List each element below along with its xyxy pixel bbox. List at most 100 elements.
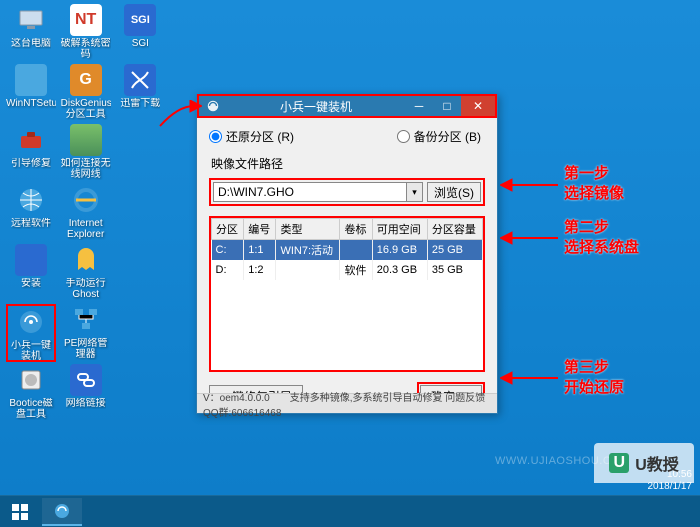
annotation-step3: 第三步 开始还原 — [564, 358, 624, 398]
start-button[interactable] — [0, 496, 40, 527]
desktop-icon-remote-soft[interactable]: 远程软件 — [6, 184, 56, 242]
browse-button[interactable]: 浏览(S) — [427, 182, 481, 202]
desktop-icon-ghost[interactable]: 手动运行Ghost — [61, 244, 111, 302]
cell-size: 35 GB — [427, 260, 482, 280]
taskbar-app-xiaobing[interactable] — [42, 498, 82, 526]
anno2-line2: 选择系统盘 — [564, 238, 639, 258]
remote-soft-icon — [15, 184, 47, 216]
titlebar[interactable]: 小兵一键装机 ─ □ ✕ — [197, 94, 497, 118]
ghost-icon — [70, 244, 102, 276]
anno3-line2: 开始还原 — [564, 378, 624, 398]
desktop-icon-winntsetup[interactable]: WinNTSetup — [6, 64, 56, 122]
this-pc-label: 这台电脑 — [11, 38, 51, 49]
ghost-label: 手动运行Ghost — [61, 278, 111, 300]
desktop-icon-wifi[interactable]: 如何连接无线网线 — [61, 124, 111, 182]
restore-radio[interactable]: 还原分区 (R) — [209, 128, 318, 145]
desktop-icon-this-pc[interactable]: 这台电脑 — [6, 4, 56, 62]
arrow-step2 — [500, 228, 560, 248]
ie-icon — [70, 184, 102, 216]
install-label: 安装 — [21, 278, 41, 289]
window-body: 还原分区 (R) 备份分区 (B) 映像文件路径 ▾ 浏览(S) 分区编号类型卷… — [197, 118, 497, 418]
net-link-icon — [70, 364, 102, 396]
desktop-icon-sgi[interactable]: SGI SGI — [115, 4, 165, 62]
image-path-label: 映像文件路径 — [211, 155, 485, 172]
table-empty-area — [211, 280, 483, 370]
close-button[interactable]: ✕ — [461, 96, 495, 116]
desktop-icon-install[interactable]: 安装 — [6, 244, 56, 302]
anno1-line2: 选择镜像 — [564, 184, 624, 204]
taskbar — [0, 495, 700, 527]
desktop-icon-crack-pwd[interactable]: NT破解系统密码 — [61, 4, 111, 62]
diskgenius-label: DiskGenius分区工具 — [61, 98, 111, 120]
col-header[interactable]: 分区容量 — [427, 219, 482, 240]
anno2-line1: 第二步 — [564, 218, 639, 238]
minimize-button[interactable]: ─ — [405, 96, 433, 116]
backup-radio[interactable]: 备份分区 (B) — [397, 128, 485, 145]
cell-free: 16.9 GB — [372, 240, 427, 261]
window-title: 小兵一键装机 — [227, 98, 405, 115]
install-icon — [15, 244, 47, 276]
restore-radio-label: 还原分区 (R) — [226, 128, 294, 145]
path-dropdown-arrow[interactable]: ▾ — [407, 182, 423, 202]
col-header[interactable]: 类型 — [276, 219, 340, 240]
thunder-label: 迅雷下载 — [120, 98, 160, 109]
cell-part: C: — [212, 240, 244, 261]
boot-repair-icon — [15, 124, 47, 156]
desktop-icon-grid: 这台电脑 WinNTSetup 引导修复远程软件安装小兵一键装机 Bootice磁盘工… — [0, 0, 170, 460]
winntsetup-icon — [15, 64, 47, 96]
this-pc-icon — [15, 4, 47, 36]
sgi-icon: SGI — [124, 4, 156, 36]
winntsetup-label: WinNTSetup — [6, 98, 56, 109]
cell-vol: 软件 — [340, 260, 372, 280]
app-icon — [205, 98, 221, 114]
maximize-button[interactable]: □ — [433, 96, 461, 116]
col-header[interactable]: 可用空间 — [372, 219, 427, 240]
cell-type — [276, 260, 340, 280]
brand-watermark: U U教授 — [594, 443, 694, 483]
xiaobing-label: 小兵一键装机 — [8, 340, 54, 360]
pe-network-icon — [70, 304, 102, 336]
wifi-icon — [70, 124, 102, 156]
backup-radio-input[interactable] — [397, 130, 410, 143]
window-buttons: ─ □ ✕ — [405, 96, 495, 116]
status-bar: V：oem4.0.0.0 支持多种镜像,多系统引导自动修复 问题反馈QQ群:60… — [197, 393, 497, 413]
restore-radio-input[interactable] — [209, 130, 222, 143]
wifi-label: 如何连接无线网线 — [61, 158, 111, 180]
brand-watermark-icon: U — [609, 453, 629, 473]
bootice-icon — [15, 364, 47, 396]
col-header[interactable]: 分区 — [212, 219, 244, 240]
xiaobing-icon — [15, 306, 47, 338]
net-link-label: 网络链接 — [66, 398, 106, 409]
annotation-step2: 第二步 选择系统盘 — [564, 218, 639, 258]
anno1-line1: 第一步 — [564, 164, 624, 184]
desktop-icon-net-link[interactable]: 网络链接 — [61, 364, 111, 422]
cell-num: 1:2 — [244, 260, 276, 280]
arrow-icon — [158, 100, 202, 130]
desktop-icon-xiaobing[interactable]: 小兵一键装机 — [6, 304, 56, 362]
desktop-icon-bootice[interactable]: Bootice磁盘工具 — [6, 364, 56, 422]
partition-table[interactable]: 分区编号类型卷标可用空间分区容量 C:1:1WIN7:活动16.9 GB25 G… — [211, 218, 483, 280]
col-header[interactable]: 编号 — [244, 219, 276, 240]
system-tray[interactable] — [688, 496, 700, 527]
image-path-row: ▾ 浏览(S) — [209, 178, 485, 206]
backup-radio-label: 备份分区 (B) — [414, 128, 481, 145]
boot-repair-label: 引导修复 — [11, 158, 51, 169]
table-row[interactable]: C:1:1WIN7:活动16.9 GB25 GB — [212, 240, 483, 261]
desktop-icon-diskgenius[interactable]: GDiskGenius分区工具 — [61, 64, 111, 122]
remote-soft-label: 远程软件 — [11, 218, 51, 229]
installer-window: 小兵一键装机 ─ □ ✕ 还原分区 (R) 备份分区 (B) 映像文件路径 ▾ … — [196, 94, 498, 414]
image-path-input[interactable] — [213, 182, 407, 202]
desktop-icon-boot-repair[interactable]: 引导修复 — [6, 124, 56, 182]
cell-part: D: — [212, 260, 244, 280]
col-header[interactable]: 卷标 — [340, 219, 372, 240]
desktop-icon-pe-network[interactable]: PE网络管理器 — [61, 304, 111, 362]
thunder-icon — [124, 64, 156, 96]
cell-type: WIN7:活动 — [276, 240, 340, 261]
desktop-icon-ie[interactable]: Internet Explorer — [61, 184, 111, 242]
bootice-label: Bootice磁盘工具 — [6, 398, 56, 420]
table-row[interactable]: D:1:2 软件20.3 GB35 GB — [212, 260, 483, 280]
cell-free: 20.3 GB — [372, 260, 427, 280]
annotation-step1: 第一步 选择镜像 — [564, 164, 624, 204]
arrow-step3 — [500, 368, 560, 388]
sgi-label: SGI — [132, 38, 149, 49]
